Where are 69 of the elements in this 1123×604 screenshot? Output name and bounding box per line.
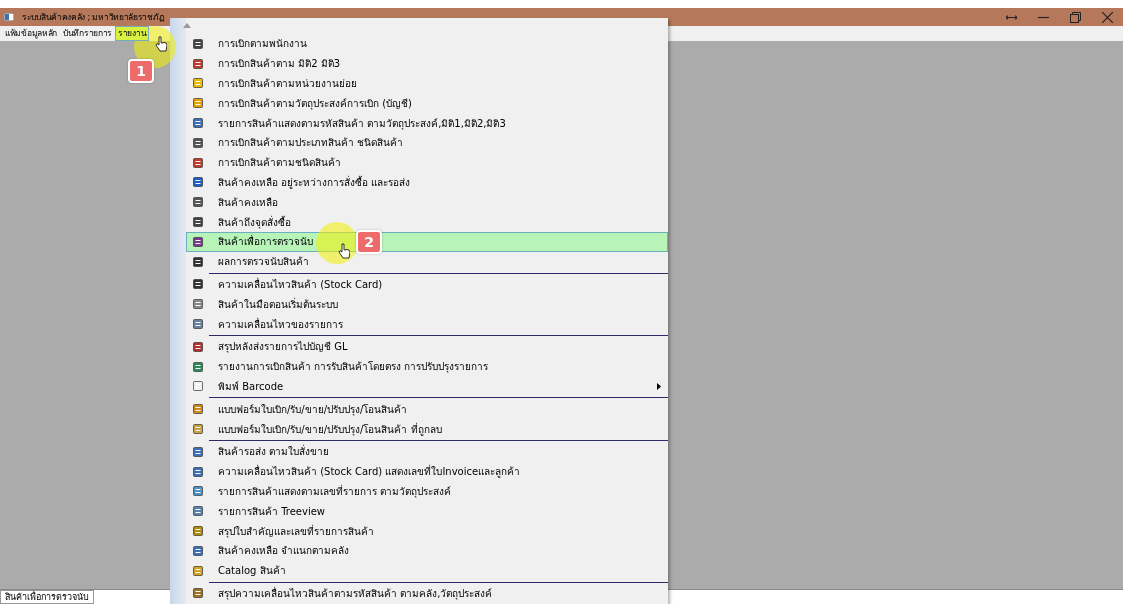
report-icon bbox=[192, 176, 204, 189]
menu-bar-item[interactable]: บันทึกรายการ bbox=[60, 26, 116, 41]
menu-item[interactable]: สินค้ารอส่ง ตามใบสั่งขาย bbox=[186, 441, 668, 462]
menu-item[interactable]: สินค้าในมือตอนเริ่มต้นระบบ bbox=[186, 294, 668, 315]
report-icon bbox=[192, 77, 204, 90]
menu-item[interactable]: การเบิกสินค้าตามวัตถุประสงค์การเบิก (บัญชี) bbox=[186, 93, 668, 114]
menu-item[interactable]: การเบิกสินค้าตามประเภทสินค้า ชนิดสินค้า bbox=[186, 133, 668, 153]
report-icon bbox=[192, 37, 204, 50]
report-icon bbox=[192, 298, 204, 311]
report-icon bbox=[192, 360, 204, 373]
report-icon bbox=[192, 278, 204, 291]
submenu-arrow-icon bbox=[657, 382, 661, 390]
menu-item[interactable]: สินค้าคงเหลือ จำแนกตามคลัง bbox=[186, 540, 668, 561]
report-icon bbox=[192, 465, 204, 478]
status-text: สินค้าเพื่อการตรวจนับ bbox=[0, 590, 94, 604]
menu-item[interactable]: แบบฟอร์มใบเบิก/รับ/ขาย/ปรับปรุง/โอนสินค้า bbox=[186, 399, 668, 420]
scroll-up-icon[interactable] bbox=[183, 23, 191, 28]
report-icon bbox=[192, 57, 204, 70]
step-badge: 2 bbox=[356, 230, 382, 254]
menu-item[interactable]: รายการสินค้าแสดงตามรหัสสินค้า ตามวัตถุประสงค์,มิติ1,มิติ2,มิติ3 bbox=[186, 113, 668, 133]
menu-item[interactable]: ความเคลื่อนไหวสินค้า (Stock Card) แสดงเลขที่ใบInvoiceและลูกค้า bbox=[186, 461, 668, 482]
report-icon bbox=[192, 156, 204, 169]
report-icon bbox=[192, 564, 204, 577]
report-icon bbox=[192, 423, 204, 436]
menu-item[interactable]: ความเคลื่อนไหวของรายการ bbox=[186, 314, 668, 334]
menu-item[interactable]: สรุปหลังส่งรายการไปบัญชี GL bbox=[186, 336, 668, 357]
menu-item[interactable]: การเบิกสินค้าตาม มิติ2 มิติ3 bbox=[186, 53, 668, 74]
menu-item[interactable]: แบบฟอร์มใบเบิก/รับ/ขาย/ปรับปรุง/โอนสินค้า ที่ถูกลบ bbox=[186, 419, 668, 439]
menu-item[interactable]: Catalog สินค้า bbox=[186, 560, 668, 581]
close-icon[interactable] bbox=[1102, 11, 1113, 23]
report-icon bbox=[192, 505, 204, 518]
menu-item[interactable]: ผลการตรวจนับสินค้า bbox=[186, 251, 668, 272]
report-icon bbox=[192, 587, 204, 600]
report-icon bbox=[192, 318, 204, 331]
report-icon bbox=[192, 403, 204, 416]
menu-item[interactable]: สรุปใบสำคัญและเลขที่รายการสินค้า bbox=[186, 521, 668, 541]
menu-item[interactable]: การเบิกสินค้าตามหน่วยงานย่อย bbox=[186, 73, 668, 94]
window-title: ระบบสินค้าคงคลัง ; มหาวิทยาลัยราชภัฏ bbox=[22, 11, 165, 24]
menu-item[interactable]: สินค้าคงเหลือ อยู่ระหว่างการสั่งซื้อ และรอส่ง bbox=[186, 172, 668, 193]
report-icon bbox=[192, 380, 204, 393]
report-icon bbox=[192, 485, 204, 498]
menu-item[interactable]: รายการสินค้า Treeview bbox=[186, 501, 668, 522]
menu-item[interactable]: การเบิกตามพนักงาน bbox=[186, 34, 668, 54]
report-icon bbox=[192, 196, 204, 209]
report-icon bbox=[192, 544, 204, 557]
menu-item[interactable]: การเบิกสินค้าตามชนิดสินค้า bbox=[186, 152, 668, 173]
report-icon bbox=[192, 136, 204, 149]
report-icon bbox=[192, 117, 204, 130]
menu-bar-item[interactable]: รายงาน bbox=[115, 26, 150, 41]
report-icon bbox=[192, 255, 204, 268]
menu-item[interactable]: สินค้าคงเหลือ bbox=[186, 192, 668, 213]
report-icon bbox=[192, 235, 204, 248]
report-icon bbox=[192, 445, 204, 458]
report-icon bbox=[192, 340, 204, 353]
report-icon bbox=[192, 97, 204, 110]
menu-item[interactable]: พิมพ์ Barcode bbox=[186, 376, 668, 397]
menu-bar-item[interactable]: แฟ้มข้อมูลหลัก bbox=[2, 26, 60, 41]
menu-item[interactable]: ความเคลื่อนไหวสินค้า (Stock Card) bbox=[186, 274, 668, 295]
menu-item[interactable]: สินค้าถึงจุดสั่งซื้อ bbox=[186, 212, 668, 232]
app-icon bbox=[4, 13, 14, 21]
restore-icon[interactable] bbox=[1070, 11, 1081, 23]
menu-item[interactable]: รายงานการเบิกสินค้า การรับสินค้าโดยตรง การปรับปรุงรายการ bbox=[186, 356, 668, 377]
hand-cursor-icon bbox=[155, 36, 167, 52]
report-icon bbox=[192, 216, 204, 229]
step-badge: 1 bbox=[128, 59, 154, 83]
report-icon bbox=[192, 525, 204, 537]
menu-item[interactable]: รายการสินค้าแสดงตามเลขที่รายการ ตามวัตถุประสงค์ bbox=[186, 481, 668, 502]
menu-item[interactable]: สรุปความเคลื่อนไหวสินค้าตามรหัสสินค้า ตามคลัง,วัตถุประสงค์ bbox=[186, 583, 668, 604]
hand-cursor-icon bbox=[338, 243, 350, 259]
